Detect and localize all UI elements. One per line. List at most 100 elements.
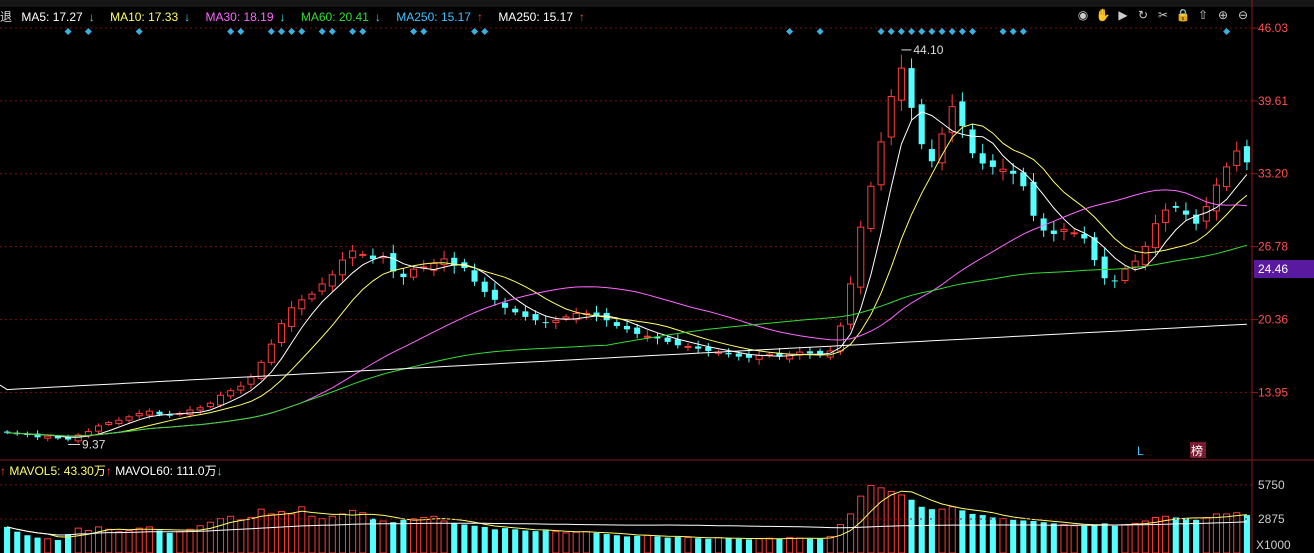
candle-up xyxy=(1233,150,1241,166)
volume-bar-down xyxy=(1040,522,1047,553)
candle-up xyxy=(410,268,418,278)
volume-bar-up xyxy=(74,527,82,553)
candle-up xyxy=(552,319,560,324)
high-annotation-label: 44.10 xyxy=(913,43,943,57)
volume-bar-down xyxy=(705,538,712,553)
candle-down xyxy=(1172,206,1179,208)
ma10-line xyxy=(7,123,1248,437)
volume-tick-label: 5750 xyxy=(1258,478,1285,492)
candle-down xyxy=(735,353,742,357)
volume-bar-up xyxy=(298,506,306,553)
ma5-line xyxy=(7,111,1248,438)
signal-diamond-marker xyxy=(359,28,367,35)
candle-up xyxy=(145,410,153,416)
candle-up xyxy=(247,376,255,385)
candle-down xyxy=(613,322,620,326)
price-tick-label: 46.03 xyxy=(1258,21,1288,35)
candle-up xyxy=(1151,223,1160,249)
candle-down xyxy=(522,311,529,317)
volume-bar-down xyxy=(918,506,925,553)
signal-diamond-marker xyxy=(64,28,72,35)
volume-bar-down xyxy=(1101,523,1108,553)
signal-diamond-marker xyxy=(887,28,895,35)
volume-bar-down xyxy=(1193,519,1200,553)
signal-diamond-marker xyxy=(267,28,275,35)
volume-bar-up xyxy=(836,524,844,553)
volume-bar-up xyxy=(1141,520,1149,553)
volume-bar-up xyxy=(237,519,245,553)
candle-up xyxy=(877,141,885,186)
candle-down xyxy=(979,153,986,164)
signal-diamond-marker xyxy=(786,28,794,35)
candle-down xyxy=(542,322,549,324)
volume-bar-down xyxy=(613,535,620,553)
volume-bar-up xyxy=(1070,525,1078,553)
volume-bar-up xyxy=(216,518,225,553)
volume-bar-up xyxy=(288,513,296,553)
signal-diamond-marker xyxy=(410,28,418,35)
signal-diamond-marker xyxy=(948,28,956,35)
volume-bar-up xyxy=(1131,522,1139,553)
signal-diamond-marker xyxy=(958,28,966,35)
candle-down xyxy=(481,281,488,292)
candle-up xyxy=(1202,206,1210,222)
volume-bar-up xyxy=(572,531,580,553)
volume-bar-up xyxy=(948,506,956,553)
candle-up xyxy=(887,95,895,138)
volume-bar-down xyxy=(745,539,752,553)
candle-up xyxy=(94,425,103,432)
candle-down xyxy=(471,270,478,282)
candle-down xyxy=(1243,146,1250,163)
volume-bar-down xyxy=(959,510,966,553)
candle-up xyxy=(277,323,286,343)
volume-bar-up xyxy=(796,537,804,553)
candle-down xyxy=(1030,181,1037,216)
volume-bar-down xyxy=(695,538,702,553)
volume-bar-up xyxy=(328,515,336,553)
candle-down xyxy=(1050,230,1057,234)
volume-bar-down xyxy=(1050,523,1057,553)
candle-up xyxy=(847,283,855,325)
volume-bar-up xyxy=(440,520,448,553)
signal-diamond-marker xyxy=(135,28,143,35)
candle-down xyxy=(400,273,407,278)
volume-bar-down xyxy=(623,536,631,553)
candle-down xyxy=(390,253,397,272)
candle-up xyxy=(1223,166,1231,188)
volume-bar-down xyxy=(928,509,935,553)
candle-up xyxy=(1060,228,1068,232)
signal-diamond-marker xyxy=(918,28,926,35)
candle-up xyxy=(44,435,52,439)
volume-bar-down xyxy=(54,539,61,553)
candle-up xyxy=(1121,268,1129,282)
volume-bar-down xyxy=(1081,525,1088,553)
signal-diamond-marker xyxy=(84,28,92,35)
candle-up xyxy=(1131,260,1139,268)
candle-up xyxy=(105,422,113,425)
volume-bar-down xyxy=(1091,524,1098,553)
volume-bar-down xyxy=(634,535,641,553)
candle-up xyxy=(135,412,143,417)
volume-bar-down xyxy=(806,538,813,553)
price-tick-label: 33.20 xyxy=(1258,167,1288,181)
signal-diamond-marker xyxy=(349,28,357,35)
volume-bar-up xyxy=(430,515,438,553)
volume-bar-down xyxy=(166,532,173,553)
signal-diamond-marker xyxy=(227,28,235,35)
volume-bar-down xyxy=(989,517,996,553)
candle-up xyxy=(999,168,1007,173)
candle-up xyxy=(1141,245,1149,266)
volume-bar-up xyxy=(714,537,723,553)
candle-down xyxy=(491,289,498,300)
signal-diamond-marker xyxy=(318,28,326,35)
candle-up xyxy=(349,250,357,259)
signal-diamond-marker xyxy=(897,28,905,35)
volume-bar-down xyxy=(969,513,976,553)
kline-chart[interactable]: 46.03 39.61 33.20 26.78 20.36 13.95 44.10 9.37 L… xyxy=(0,0,1314,553)
volume-bar-up xyxy=(552,531,560,553)
candle-up xyxy=(115,419,123,425)
signal-diamond-marker xyxy=(928,28,936,35)
candle-up xyxy=(298,299,306,310)
volume-bar-down xyxy=(542,530,549,553)
volume-bar-up xyxy=(379,520,387,553)
